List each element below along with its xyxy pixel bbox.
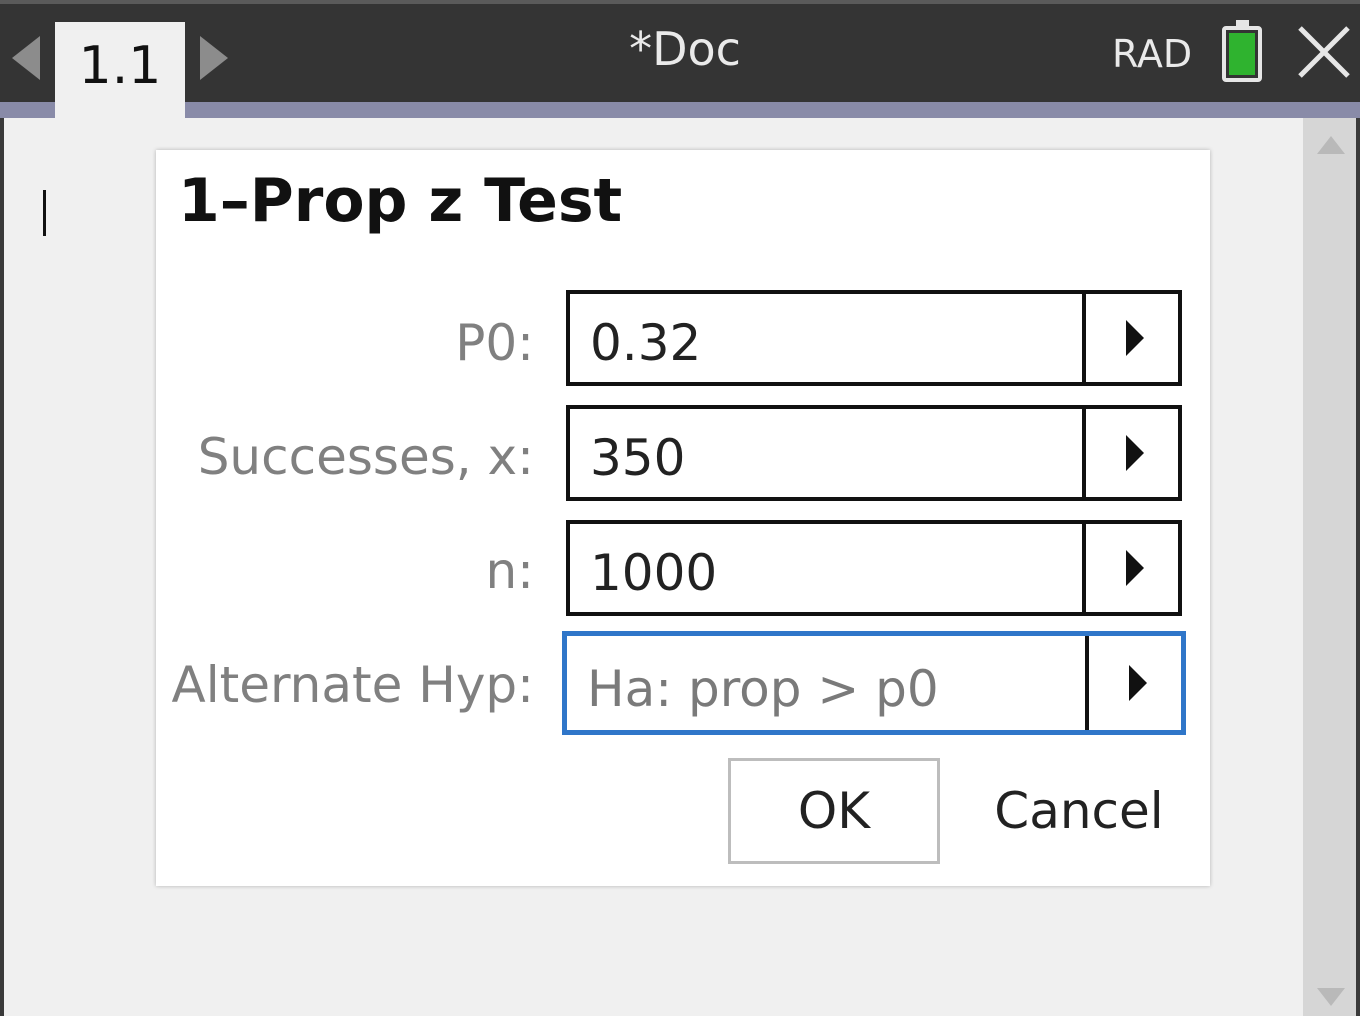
tab-strip — [0, 102, 1360, 118]
title-bar-highlight — [0, 0, 1360, 4]
n-menu-arrow-icon[interactable] — [1126, 550, 1144, 586]
p0-label: P0: — [455, 314, 534, 372]
dialog-title: 1–Prop z Test — [178, 166, 623, 236]
scroll-down-icon[interactable] — [1317, 988, 1345, 1006]
previous-page-icon[interactable] — [12, 36, 40, 80]
right-edge — [1356, 118, 1360, 1016]
n-field[interactable]: 1000 — [566, 520, 1182, 616]
left-edge — [0, 118, 4, 1016]
n-label: n: — [485, 542, 534, 600]
close-icon[interactable] — [1296, 24, 1352, 80]
next-page-icon[interactable] — [200, 36, 228, 80]
one-prop-z-test-dialog: 1–Prop z Test P0: 0.32 Successes, x: 350… — [156, 150, 1210, 886]
ok-button[interactable]: OK — [728, 758, 940, 864]
alternate-hyp-dropdown[interactable]: Ha: prop > p0 — [562, 631, 1186, 735]
scrollbar[interactable] — [1303, 118, 1356, 1016]
tab-strip-gap — [55, 102, 185, 118]
battery-icon — [1222, 20, 1262, 82]
p0-field[interactable]: 0.32 — [566, 290, 1182, 386]
text-cursor — [43, 190, 46, 236]
p0-value: 0.32 — [590, 314, 702, 372]
tab-label: 1.1 — [78, 36, 162, 96]
alternate-hyp-label: Alternate Hyp: — [171, 656, 535, 714]
scroll-up-icon[interactable] — [1317, 136, 1345, 154]
successes-menu-arrow-icon[interactable] — [1126, 435, 1144, 471]
alternate-hyp-menu-arrow-icon[interactable] — [1129, 665, 1147, 701]
successes-value: 350 — [590, 429, 686, 487]
title-bar: 1.1 *Doc RAD — [0, 0, 1360, 118]
angle-mode-indicator: RAD — [1112, 32, 1193, 76]
document-title: *Doc — [629, 22, 741, 76]
cancel-button[interactable]: Cancel — [974, 758, 1184, 864]
successes-field[interactable]: 350 — [566, 405, 1182, 501]
p0-menu-arrow-icon[interactable] — [1126, 320, 1144, 356]
alternate-hyp-value: Ha: prop > p0 — [587, 660, 939, 718]
successes-label: Successes, x: — [197, 428, 534, 486]
n-value: 1000 — [590, 544, 718, 602]
